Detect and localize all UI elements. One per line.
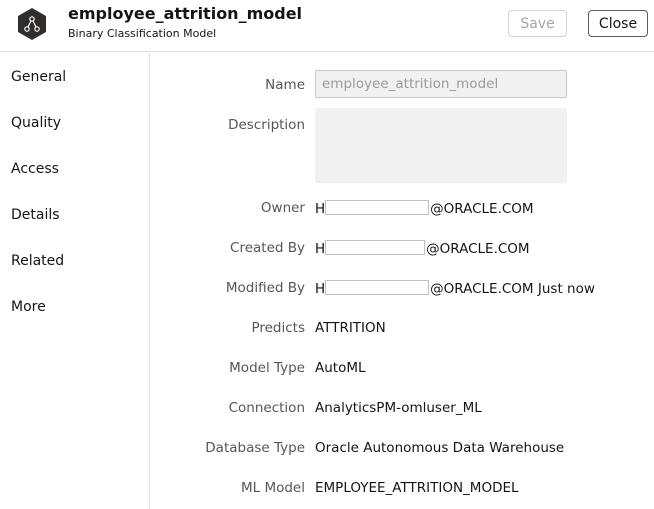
redacted-box: [325, 200, 430, 215]
page-title: employee_attrition_model: [68, 4, 303, 23]
modified-by-prefix: H: [315, 281, 326, 297]
modified-by-value: H @ORACLE.COM Just now: [315, 280, 595, 297]
model-type-value: AutoML: [315, 360, 366, 376]
created-by-prefix: H: [315, 241, 326, 257]
description-textarea[interactable]: [315, 108, 567, 183]
ml-model-value: EMPLOYEE_ATTRITION_MODEL: [315, 480, 519, 496]
page-subtitle: Binary Classification Model: [68, 27, 217, 40]
database-type-label: Database Type: [205, 440, 305, 456]
owner-value: H @ORACLE.COM: [315, 200, 534, 217]
created-by-value: H @ORACLE.COM: [315, 240, 530, 257]
database-type-value: Oracle Autonomous Data Warehouse: [315, 440, 565, 456]
save-button[interactable]: Save: [508, 10, 567, 37]
name-input[interactable]: [315, 70, 567, 98]
general-form: Name Description Owner H @ORACLE.COM Crea…: [150, 53, 654, 509]
description-label: Description: [228, 117, 305, 133]
sidebar-item-related[interactable]: Related: [11, 253, 64, 269]
ml-model-icon: [18, 8, 46, 40]
owner-label: Owner: [260, 200, 305, 216]
redacted-box: [325, 240, 426, 255]
sidebar-item-quality[interactable]: Quality: [11, 115, 61, 131]
sidebar-item-details[interactable]: Details: [11, 207, 60, 223]
redacted-box: [325, 280, 430, 295]
sidebar-item-access[interactable]: Access: [11, 161, 59, 177]
owner-suffix: @ORACLE.COM: [430, 201, 534, 217]
sidebar-item-more[interactable]: More: [11, 299, 46, 315]
name-label: Name: [265, 77, 305, 93]
model-type-label: Model Type: [229, 360, 305, 376]
created-by-suffix: @ORACLE.COM: [426, 241, 530, 257]
owner-prefix: H: [315, 201, 326, 217]
connection-label: Connection: [228, 400, 305, 416]
sidebar: General Quality Access Details Related M…: [0, 53, 150, 509]
predicts-value: ATTRITION: [315, 320, 386, 336]
sidebar-item-general[interactable]: General: [11, 69, 66, 85]
ml-model-label: ML Model: [241, 480, 305, 496]
dialog-header: employee_attrition_model Binary Classifi…: [0, 0, 654, 52]
close-button[interactable]: Close: [588, 10, 648, 37]
predicts-label: Predicts: [251, 320, 305, 336]
created-by-label: Created By: [230, 240, 305, 256]
modified-by-label: Modified By: [225, 280, 305, 296]
connection-value: AnalyticsPM-omluser_ML: [315, 400, 482, 416]
modified-by-suffix: @ORACLE.COM Just now: [430, 281, 595, 297]
